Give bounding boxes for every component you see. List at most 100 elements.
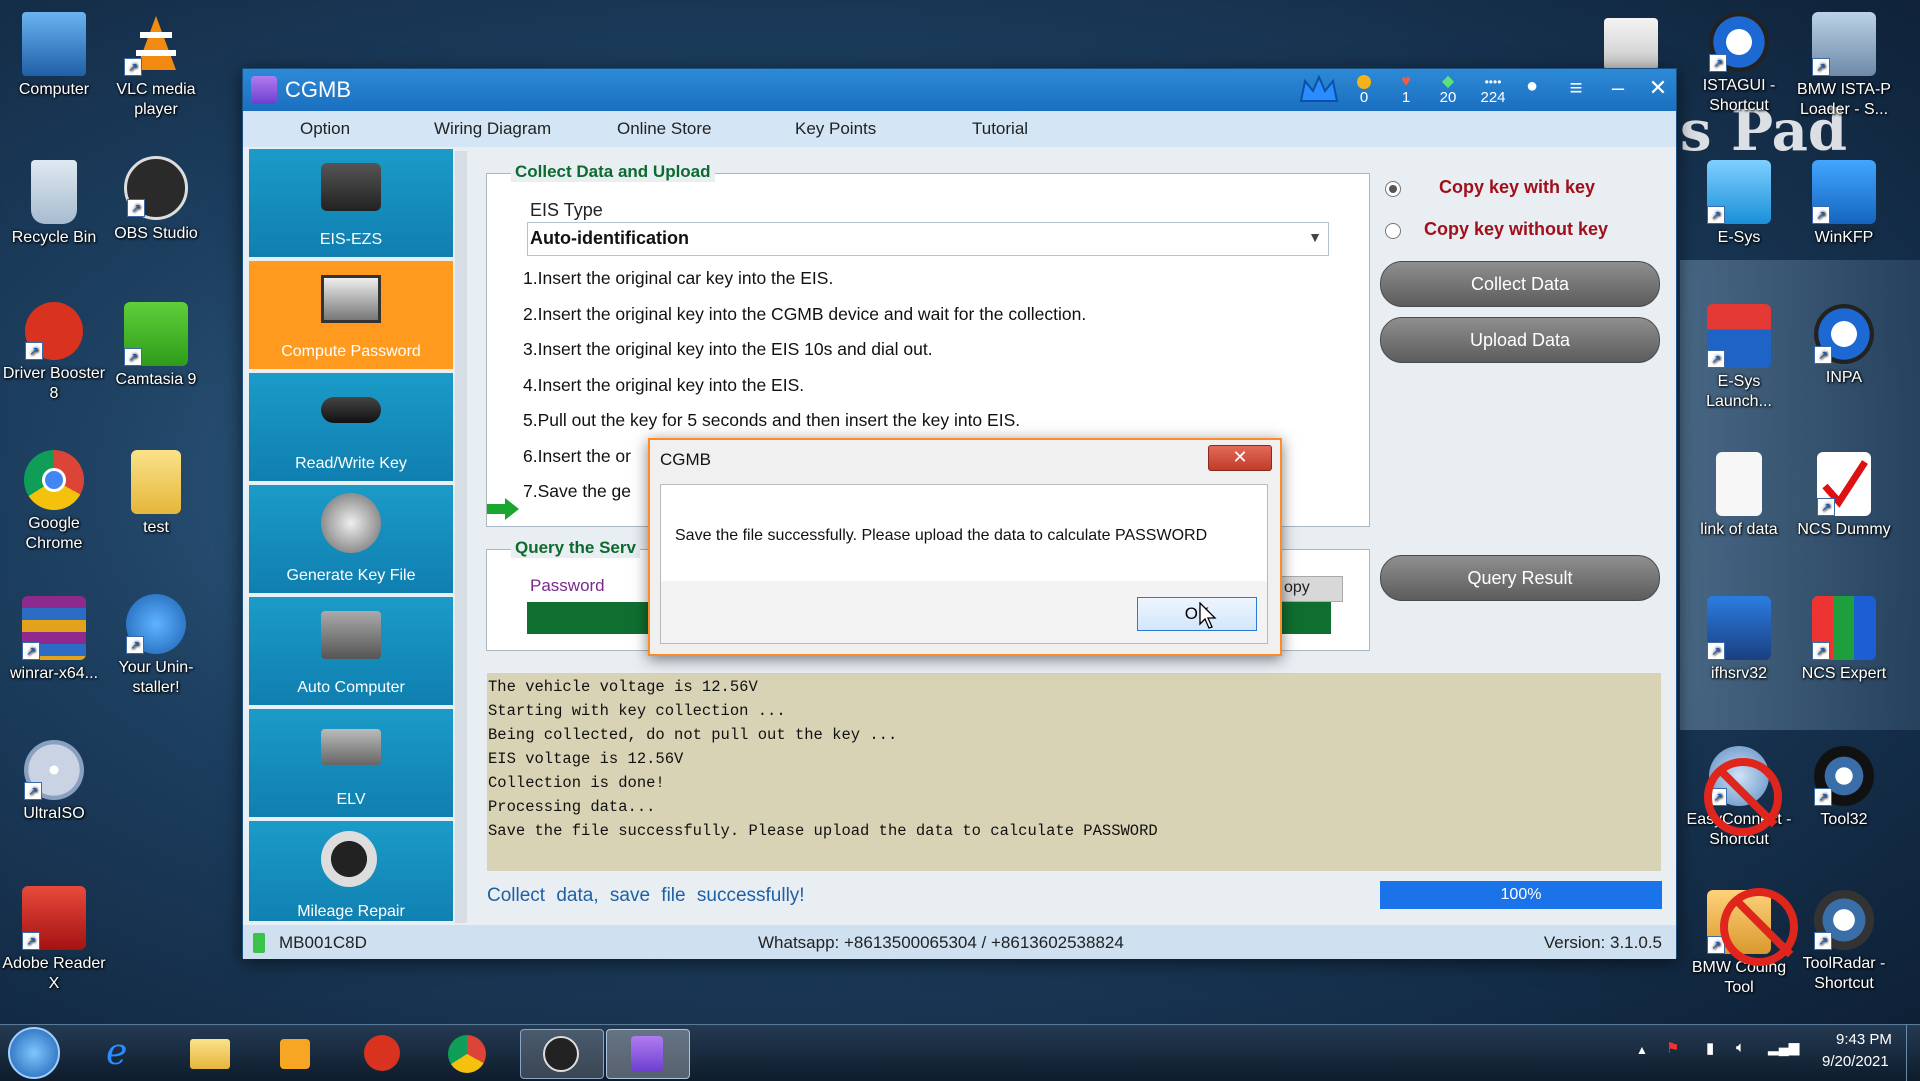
desktop-icon-toolradar[interactable]: ↗ ToolRadar - Shortcut xyxy=(1790,890,1898,994)
desktop-icon-label: E-Sys xyxy=(1717,229,1761,246)
device-id: MB001C8D xyxy=(279,933,367,952)
sidebar-scrollbar[interactable] xyxy=(455,151,467,923)
sidebar-item-auto-computer[interactable]: Auto Computer xyxy=(249,597,453,705)
clock-date[interactable]: 9/20/2021 xyxy=(1822,1053,1889,1070)
taskbar-internet-explorer[interactable]: e xyxy=(86,1029,158,1077)
taskbar-file-explorer[interactable] xyxy=(172,1029,244,1077)
dialog-close-button[interactable]: ✕ xyxy=(1208,445,1272,471)
ok-button[interactable]: OK xyxy=(1137,597,1257,631)
menu-online-store[interactable]: Online Store xyxy=(617,119,712,139)
copy-without-key-radio[interactable] xyxy=(1385,223,1401,239)
desktop-icon-ifhsrv32[interactable]: ↗ ifhsrv32 xyxy=(1685,596,1793,684)
desktop-icon-ncs-expert[interactable]: ↗ NCS Expert xyxy=(1790,596,1898,684)
desktop-icon-camtasia[interactable]: ↗ Camtasia 9 xyxy=(102,302,210,390)
chrome-icon xyxy=(448,1035,486,1073)
desktop-icon-chrome[interactable]: Google Chrome xyxy=(0,450,108,554)
dialog-message: Save the file successfully. Please uploa… xyxy=(675,527,1208,544)
step-1: 1.Insert the original car key into the E… xyxy=(523,268,834,288)
desktop-icon-obs[interactable]: ↗ OBS Studio xyxy=(102,156,210,244)
recycle-bin-icon xyxy=(31,160,77,224)
password-label: Password xyxy=(530,576,605,595)
menu-icon[interactable]: ≡ xyxy=(1561,75,1591,101)
query-result-button[interactable]: Query Result xyxy=(1380,555,1660,601)
taskbar-obs[interactable] xyxy=(520,1029,604,1079)
diamond-stat: ◆ 20 xyxy=(1433,74,1463,107)
show-hidden-icons-button[interactable]: ▲ xyxy=(1636,1043,1648,1057)
start-button[interactable] xyxy=(8,1027,60,1079)
sidebar-item-mileage-repair[interactable]: Mileage Repair xyxy=(249,821,453,921)
prohibited-sign-icon xyxy=(1720,888,1798,966)
network-signal-icon[interactable]: ▂▄▆ xyxy=(1768,1039,1799,1056)
desktop-icon-label: Camtasia 9 xyxy=(115,371,197,388)
clock-time[interactable]: 9:43 PM xyxy=(1836,1031,1892,1048)
copy-with-key-label[interactable]: Copy key with key xyxy=(1439,177,1595,198)
battery-icon[interactable]: ▮ xyxy=(1706,1039,1714,1057)
sidebar-item-elv[interactable]: ELV xyxy=(249,709,453,817)
sidebar-item-compute-password[interactable]: Compute Password xyxy=(249,261,453,369)
collect-data-button[interactable]: Collect Data xyxy=(1380,261,1660,307)
desktop-icon-esys-launcher[interactable]: ↗ E-Sys Launch... xyxy=(1685,304,1793,412)
desktop-icon-recycle-bin[interactable]: Recycle Bin xyxy=(0,160,108,248)
taskbar-media-player[interactable] xyxy=(258,1029,330,1077)
sidebar-item-eis-ezs[interactable]: EIS-EZS xyxy=(249,149,453,257)
eis-type-label: EIS Type xyxy=(530,200,603,220)
desktop-icon-test[interactable]: test xyxy=(102,450,210,538)
sidebar-item-generate-key-file[interactable]: Generate Key File xyxy=(249,485,453,593)
taskbar-cgmb[interactable] xyxy=(606,1029,690,1079)
desktop-icon-driver-booster[interactable]: ↗ Driver Booster 8 xyxy=(0,302,108,404)
log-line: Save the file successfully. Please uploa… xyxy=(488,822,1158,840)
ultraiso-icon: ↗ xyxy=(24,740,84,800)
points-count: 224 xyxy=(1480,89,1506,106)
menu-key-points[interactable]: Key Points xyxy=(795,119,876,139)
desktop-icon-tool32[interactable]: ↗ Tool32 xyxy=(1790,746,1898,830)
taskbar-chrome[interactable] xyxy=(430,1029,502,1077)
sidebar: EIS-EZS Compute Password Read/Write Key … xyxy=(249,149,453,921)
action-center-flag-icon[interactable]: ⚑ xyxy=(1666,1039,1679,1057)
desktop-icon-winkfp[interactable]: ↗ WinKFP xyxy=(1790,160,1898,248)
eis-type-select[interactable]: Auto-identification ▼ xyxy=(527,222,1329,256)
contact-info: Whatsapp: +8613500065304 / +861360253882… xyxy=(758,933,1124,952)
diamond-count: 20 xyxy=(1439,89,1457,106)
taskbar: e ▲ ⚑ ▮ 🔈︎ ▂▄▆ 9:43 PM 9/20/2021 xyxy=(0,1024,1920,1081)
menu-bar: Option Wiring Diagram Online Store Key P… xyxy=(243,111,1676,147)
close-button[interactable]: ✕ xyxy=(1643,75,1673,101)
desktop-icon-adobe-reader[interactable]: ↗ Adobe Reader X xyxy=(0,886,108,994)
desktop-icon-computer[interactable]: Computer xyxy=(0,12,108,100)
internet-explorer-icon: e xyxy=(106,1032,128,1073)
desktop-icon-ultraiso[interactable]: ↗ UltraISO xyxy=(0,740,108,824)
menu-wiring-diagram[interactable]: Wiring Diagram xyxy=(434,119,551,139)
taskbar-driver-booster[interactable] xyxy=(344,1029,416,1077)
desktop-icon-winrar[interactable]: ↗ winrar-x64... xyxy=(0,596,108,684)
user-icon[interactable]: ● xyxy=(1517,75,1547,98)
minimize-button[interactable]: – xyxy=(1603,75,1633,101)
desktop-icon-esys[interactable]: ↗ E-Sys xyxy=(1685,160,1793,248)
sidebar-item-read-write-key[interactable]: Read/Write Key xyxy=(249,373,453,481)
desktop-icon-istagui[interactable]: ↗ ISTAGUI - Shortcut xyxy=(1685,12,1793,116)
desktop-icon-label: ifhsrv32 xyxy=(1710,665,1768,682)
istagui-icon: ↗ xyxy=(1709,12,1769,72)
show-desktop-button[interactable] xyxy=(1906,1025,1920,1081)
menu-option[interactable]: Option xyxy=(300,119,350,139)
uninstaller-icon: ↗ xyxy=(126,594,186,654)
desktop-icon-vlc[interactable]: ↗ VLC media player xyxy=(102,12,210,120)
volume-icon[interactable]: 🔈︎ xyxy=(1736,1039,1745,1056)
desktop-icon-label: BMW Coding Tool xyxy=(1691,959,1787,996)
menu-tutorial[interactable]: Tutorial xyxy=(972,119,1028,139)
ncs-expert-icon: ↗ xyxy=(1812,596,1876,660)
elv-module-icon xyxy=(321,729,381,765)
inpa-icon: ↗ xyxy=(1814,304,1874,364)
copy-without-key-label[interactable]: Copy key without key xyxy=(1424,219,1608,240)
log-line: The vehicle voltage is 12.56V xyxy=(488,678,758,696)
copy-password-button[interactable]: opy xyxy=(1277,576,1343,602)
desktop-icon-ista-p[interactable]: ↗ BMW ISTA-P Loader - S... xyxy=(1790,12,1898,120)
points-stat: •••• 224 xyxy=(1475,75,1511,106)
desktop-icon-label: BMW ISTA-P Loader - S... xyxy=(1797,81,1891,118)
copy-with-key-radio[interactable] xyxy=(1385,181,1401,197)
desktop-icon-inpa[interactable]: ↗ INPA xyxy=(1790,304,1898,388)
desktop-icon-link-of-data[interactable]: link of data xyxy=(1685,452,1793,540)
upload-data-button[interactable]: Upload Data xyxy=(1380,317,1660,363)
desktop-icon-uninstaller[interactable]: ↗ Your Unin-staller! xyxy=(102,594,210,698)
progress-label: 100% xyxy=(1500,886,1542,903)
desktop-icon-label: test xyxy=(143,519,169,536)
desktop-icon-ncs-dummy[interactable]: ↗ NCS Dummy xyxy=(1790,452,1898,540)
